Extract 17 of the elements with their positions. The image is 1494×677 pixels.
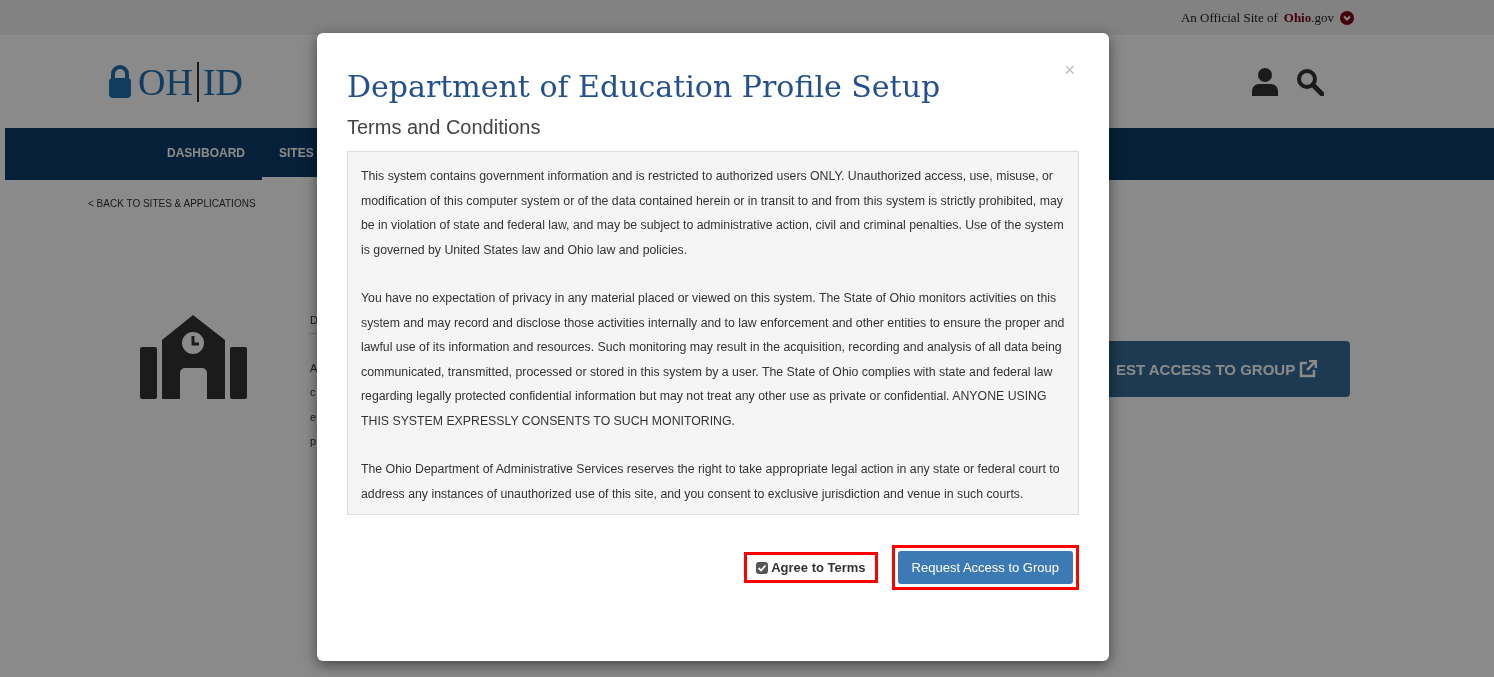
covered-text: A: [310, 360, 319, 376]
agree-checkbox[interactable]: Agree to Terms: [750, 558, 872, 577]
request-access-button[interactable]: Request Access to Group: [897, 551, 1073, 584]
modal-title: Department of Education Profile Setup: [347, 69, 941, 104]
official-site-text: An Official Site of: [1180, 9, 1278, 26]
nav-tab[interactable]: DASHBOARD: [150, 128, 262, 180]
terms-paragraph: The Ohio Department of Administrative Services reserves the right to take appropriate legal action in any state or federal court to address any instances of unauthorized use of this site, and you consent to exclusive jurisdiction and venue in such courts.: [361, 461, 1061, 503]
logo-text[interactable]: OH: [138, 59, 193, 104]
terms-paragraph: You have no expectation of privacy in any material placed or viewed on this system. The State of Ohio monitors activities on this system and may record and disclose those activities internally and to law enforcement and other entities to ensure the proper and lawful use of its information and resources. Such monitoring may result in the acquisition, recording and analysis of all data being communicated, transmitted, processed or stored in this system by a user. The State of Ohio complies with state and federal law regarding legally protected confidential information but may not treat any other use as private or confidential. ANYONE USING THIS SYSTEM EXPRESSLY CONSENTS TO SUCH MONITORING.: [361, 290, 1065, 430]
covered-text: e: [310, 409, 318, 425]
ohio-gov-link[interactable]: Ohio.gov: [1283, 9, 1334, 26]
terms-paragraph: This system contains government information and is restricted to authorized users ONLY. Unauthorized access, use, misuse, or modification of this computer system or of the data contained herein or in transit to and from this system is strictly prohibited, may be in violation of state and federal law, and may be subject to administrative action, civil and criminal penalties. Use of the system is governed by United States law and Ohio law and policies.: [361, 168, 1065, 259]
covered-text: c: [310, 385, 317, 400]
covered-text: p: [310, 434, 318, 449]
modal-subtitle: Terms and Conditions: [347, 116, 542, 139]
back-link[interactable]: < BACK TO SITES & APPLICATIONS: [88, 198, 310, 209]
logo-text[interactable]: ID: [202, 59, 243, 104]
